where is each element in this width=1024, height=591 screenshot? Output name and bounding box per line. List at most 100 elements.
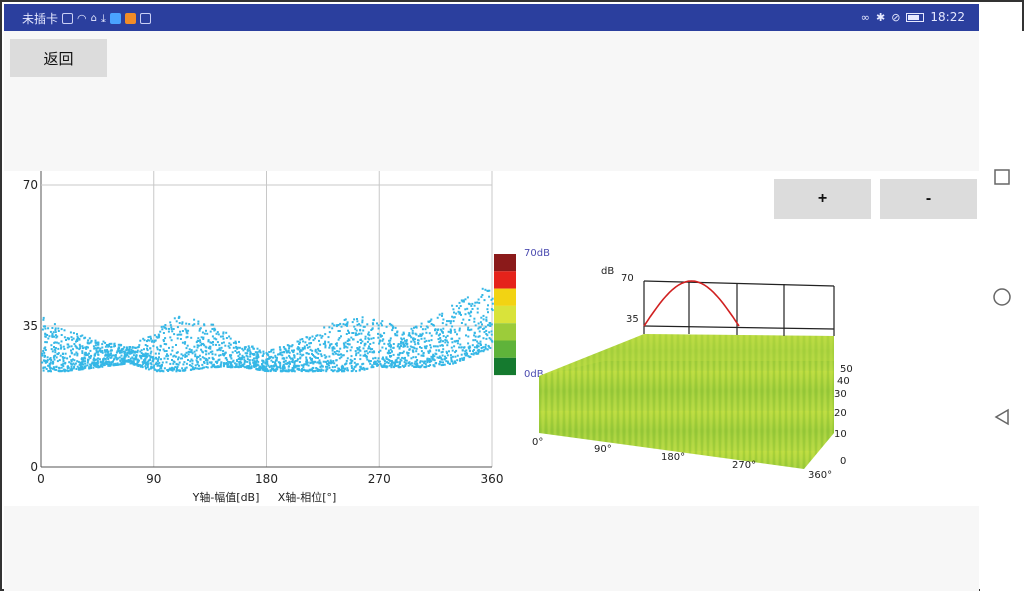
scatter-point	[292, 368, 295, 371]
scatter-point	[302, 348, 305, 351]
scatter-point	[296, 352, 299, 355]
scatter-point	[317, 369, 320, 372]
scatter-point	[455, 339, 458, 342]
scatter-point	[52, 360, 54, 363]
scatter-point	[450, 320, 452, 323]
scatter-point	[449, 322, 452, 325]
back-nav-icon[interactable]	[992, 407, 1012, 427]
scatter-point	[445, 336, 447, 339]
scatter-point	[490, 339, 493, 342]
scatter-point	[317, 352, 320, 355]
scatter-point	[166, 369, 169, 371]
scatter-point	[377, 324, 380, 327]
scatter-point	[202, 366, 205, 369]
home-icon[interactable]	[992, 287, 1012, 307]
scatter-point	[210, 323, 213, 326]
scatter-point	[472, 349, 475, 351]
scatter-point	[120, 354, 123, 357]
scatter-point	[278, 346, 281, 349]
scatter-point	[258, 349, 261, 352]
scatter-point	[195, 349, 198, 352]
scatter-point	[172, 355, 175, 358]
scatter-point	[477, 298, 480, 301]
scatter-point	[351, 321, 354, 324]
colorbar-cell	[494, 340, 516, 358]
surface-y-tick-0: 0	[840, 456, 846, 467]
scatter-point	[193, 318, 196, 321]
scatter-point	[178, 361, 181, 364]
scatter-point	[328, 346, 331, 349]
back-button[interactable]: 返回	[10, 39, 107, 77]
zoom-in-button[interactable]: +	[774, 179, 871, 219]
scatter-point	[46, 334, 49, 336]
scatter-point	[203, 357, 206, 360]
scatter-point	[345, 362, 348, 365]
scatter-point	[464, 308, 467, 311]
scatter-point	[450, 356, 453, 359]
scatter-point	[436, 345, 439, 348]
scatter-point	[335, 359, 338, 362]
scatter-point	[416, 363, 419, 366]
scatter-point	[467, 342, 470, 345]
y-tick-label-70: 70	[23, 178, 38, 192]
scatter-point	[71, 338, 74, 341]
scatter-point	[414, 332, 417, 335]
scatter-point	[331, 369, 334, 372]
scatter-point	[213, 329, 216, 332]
scatter-point	[48, 335, 51, 338]
scatter-point	[467, 311, 470, 314]
recent-apps-icon[interactable]	[992, 167, 1012, 187]
scatter-point	[404, 356, 406, 359]
scatter-point	[94, 344, 97, 347]
scatter-point	[105, 361, 108, 363]
scatter-point	[455, 305, 458, 307]
scatter-point	[442, 318, 445, 321]
scatter-point	[53, 346, 55, 348]
scatter-point	[226, 360, 229, 363]
scatter-point	[425, 325, 428, 328]
scatter-point	[57, 342, 60, 345]
scatter-point	[409, 345, 412, 348]
scatter-point	[184, 354, 187, 357]
scatter-point	[246, 352, 249, 355]
scatter-point	[285, 349, 288, 352]
scatter-point	[445, 323, 448, 326]
scatter-point	[132, 361, 135, 364]
scatter-point	[136, 358, 139, 361]
scatter-point	[137, 360, 140, 363]
scatter-point	[221, 335, 224, 338]
scatter-point	[228, 361, 231, 363]
scatter-point	[403, 337, 405, 340]
scatter-point	[367, 333, 370, 336]
scatter-point	[324, 340, 327, 343]
scatter-point	[426, 358, 429, 361]
carrier-text: 未插卡	[22, 12, 59, 26]
status-bar: 未插卡 ◠ ⌂ ⤓ ∞ ✱ ⊘ 18:22	[4, 4, 979, 31]
scatter-point	[283, 350, 285, 353]
scatter-point	[169, 324, 172, 327]
scatter-point	[89, 355, 92, 358]
scatter-point	[420, 354, 423, 357]
scatter-point	[466, 296, 469, 299]
scatter-point	[395, 364, 398, 367]
scatter-point	[72, 332, 75, 335]
scatter-point	[153, 368, 156, 371]
scatter-point	[205, 346, 208, 349]
scatter-point	[257, 355, 260, 358]
scatter-point	[42, 318, 45, 321]
zoom-out-button[interactable]: -	[880, 179, 977, 219]
scatter-point	[456, 359, 459, 362]
scatter-point	[283, 347, 286, 350]
scatter-point	[442, 361, 444, 364]
scatter-point	[76, 333, 78, 336]
scatter-point	[102, 358, 105, 361]
scatter-point	[73, 363, 76, 366]
scatter-point	[216, 341, 219, 344]
scatter-point	[364, 337, 367, 340]
scatter-point	[479, 340, 482, 343]
scatter-point	[378, 340, 381, 343]
scatter-point	[482, 328, 485, 330]
scatter-point	[229, 337, 232, 340]
scatter-point	[478, 330, 481, 333]
scatter-point	[250, 366, 253, 369]
